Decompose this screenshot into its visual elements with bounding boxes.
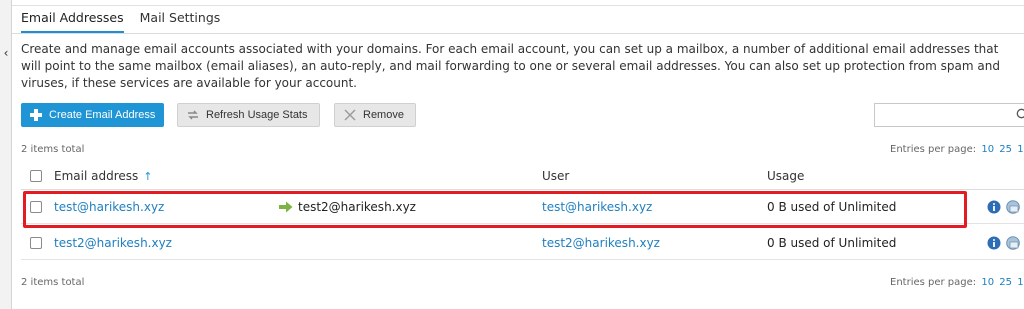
main-content: Email Addresses Mail Settings Create and… bbox=[12, 0, 1024, 309]
info-icon[interactable] bbox=[987, 200, 1001, 214]
plus-icon bbox=[29, 108, 43, 122]
email-address-link[interactable]: test@harikesh.xyz bbox=[54, 191, 164, 223]
remove-label: Remove bbox=[363, 109, 404, 121]
user-link[interactable]: test2@harikesh.xyz bbox=[542, 227, 660, 259]
webmail-icon[interactable] bbox=[1006, 236, 1020, 250]
select-all-checkbox[interactable] bbox=[30, 170, 42, 182]
refresh-usage-stats-label: Refresh Usage Stats bbox=[206, 109, 308, 121]
chevron-left-icon[interactable]: ‹ bbox=[1, 45, 11, 61]
list-meta-bottom: 2 items total Entries per page: 10 25 10… bbox=[21, 277, 1024, 288]
entries-option-10[interactable]: 10 bbox=[981, 144, 994, 155]
usage-value: 0 B used of Unlimited bbox=[767, 200, 897, 214]
tab-bar: Email Addresses Mail Settings bbox=[21, 10, 236, 34]
entries-per-page: Entries per page: 10 25 100 Al bbox=[890, 277, 1024, 288]
search-icon[interactable] bbox=[1016, 108, 1024, 122]
email-address-link[interactable]: test2@harikesh.xyz bbox=[54, 227, 172, 259]
column-header-user: User bbox=[542, 169, 570, 183]
row-actions bbox=[987, 191, 1020, 223]
column-header-email[interactable]: Email address ↑ bbox=[54, 163, 152, 189]
user-link[interactable]: test@harikesh.xyz bbox=[542, 191, 652, 223]
table-row: test2@harikesh.xyz test2@harikesh.xyz 0 … bbox=[21, 227, 1024, 260]
list-meta-top: 2 items total Entries per page: 10 25 10… bbox=[21, 144, 1024, 155]
refresh-usage-stats-button[interactable]: Refresh Usage Stats bbox=[177, 103, 320, 127]
page-description: Create and manage email accounts associa… bbox=[21, 42, 1000, 90]
entries-option-25[interactable]: 25 bbox=[999, 277, 1012, 288]
row-checkbox[interactable] bbox=[30, 201, 42, 213]
row-actions bbox=[987, 227, 1020, 259]
entries-option-25[interactable]: 25 bbox=[999, 144, 1012, 155]
tab-mail-settings[interactable]: Mail Settings bbox=[140, 10, 221, 34]
entries-option-100[interactable]: 100 bbox=[1017, 277, 1024, 288]
create-email-address-label: Create Email Address bbox=[49, 109, 156, 121]
column-header-usage: Usage bbox=[767, 169, 805, 183]
entries-per-page: Entries per page: 10 25 100 Al bbox=[890, 144, 1024, 155]
webmail-icon[interactable] bbox=[1006, 200, 1020, 214]
top-divider bbox=[12, 5, 1024, 6]
entries-per-page-label: Entries per page: bbox=[890, 144, 977, 155]
items-total: 2 items total bbox=[21, 277, 85, 288]
sort-ascending-icon: ↑ bbox=[143, 169, 153, 183]
create-email-address-button[interactable]: Create Email Address bbox=[21, 103, 164, 127]
items-total: 2 items total bbox=[21, 144, 85, 155]
left-sidebar-gutter: ‹ bbox=[0, 0, 12, 309]
entries-per-page-label: Entries per page: bbox=[890, 277, 977, 288]
tab-email-addresses[interactable]: Email Addresses bbox=[21, 10, 124, 34]
arrow-right-icon bbox=[279, 201, 293, 213]
email-alias: test2@harikesh.xyz bbox=[279, 191, 416, 223]
table-header: Email address ↑ User Usage bbox=[21, 163, 1024, 190]
refresh-icon bbox=[186, 108, 200, 122]
search-input[interactable] bbox=[874, 103, 1024, 127]
tabs-divider bbox=[12, 33, 1024, 34]
toolbar: Create Email Address Refresh Usage Stats… bbox=[21, 103, 1024, 127]
row-checkbox[interactable] bbox=[30, 237, 42, 249]
info-icon[interactable] bbox=[987, 236, 1001, 250]
remove-button[interactable]: Remove bbox=[334, 103, 416, 127]
usage-value: 0 B used of Unlimited bbox=[767, 236, 897, 250]
email-alias-text: test2@harikesh.xyz bbox=[298, 200, 416, 214]
close-icon bbox=[343, 108, 357, 122]
table-row: test@harikesh.xyz test2@harikesh.xyz tes… bbox=[21, 191, 1024, 224]
entries-option-100[interactable]: 100 bbox=[1017, 144, 1024, 155]
entries-option-10[interactable]: 10 bbox=[981, 277, 994, 288]
